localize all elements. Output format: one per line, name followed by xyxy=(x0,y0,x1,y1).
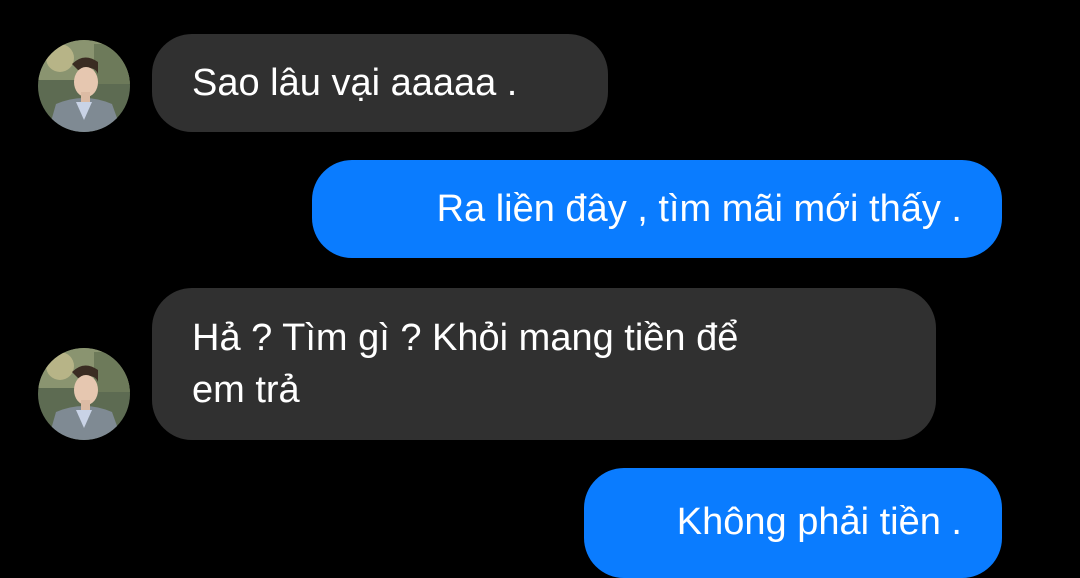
incoming-message-bubble[interactable]: Hả ? Tìm gì ? Khỏi mang tiền để em trả xyxy=(152,288,936,440)
outgoing-message-bubble[interactable]: Không phải tiền . xyxy=(584,468,1002,578)
incoming-message-bubble[interactable]: Sao lâu vại aaaaa . xyxy=(152,34,608,132)
profile-photo-icon xyxy=(38,348,130,440)
outgoing-message-bubble[interactable]: Ra liền đây , tìm mãi mới thấy . xyxy=(312,160,1002,258)
profile-photo-icon xyxy=(38,40,130,132)
contact-avatar[interactable] xyxy=(38,40,130,132)
contact-avatar[interactable] xyxy=(38,348,130,440)
